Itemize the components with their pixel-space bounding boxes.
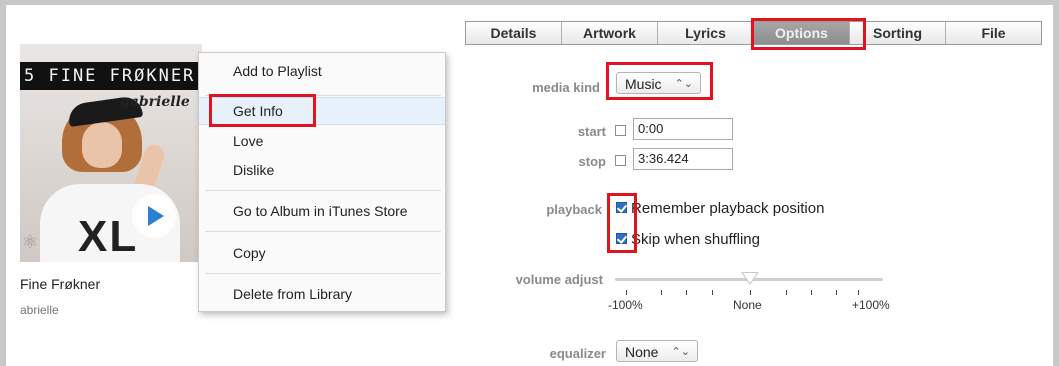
- menu-item-dislike[interactable]: Dislike: [199, 162, 445, 182]
- slider-tick: [626, 290, 627, 295]
- artwork-figure-face: [82, 122, 122, 168]
- album-artist-script: gabrielle: [120, 94, 190, 110]
- highlight-box-get-info: [209, 94, 316, 127]
- highlight-box-media-kind: [606, 62, 713, 100]
- window-frame-top: [0, 0, 1059, 5]
- tab-file[interactable]: File: [946, 22, 1041, 44]
- playback-label: playback: [546, 202, 602, 217]
- play-icon: [148, 206, 164, 226]
- remember-position-label: Remember playback position: [631, 200, 825, 217]
- media-kind-label: media kind: [532, 80, 600, 95]
- slider-tick: [836, 290, 837, 295]
- window-frame-left: [0, 0, 6, 366]
- start-label: start: [577, 124, 606, 139]
- slider-tick: [811, 290, 812, 295]
- slider-tick: [750, 290, 751, 295]
- song-title: Fine Frøkner: [20, 276, 101, 292]
- slider-tick: [786, 290, 787, 295]
- slider-tick: [858, 290, 859, 295]
- volume-tick-plus-100: +100%: [852, 298, 890, 312]
- volume-tick-none: None: [733, 298, 762, 312]
- menu-item-delete-from-library[interactable]: Delete from Library: [199, 286, 445, 306]
- album-banner-title: 5 FINE FRØKNER: [20, 62, 202, 90]
- volume-adjust-label: volume adjust: [515, 272, 603, 287]
- stop-checkbox[interactable]: [615, 155, 626, 166]
- context-menu: Add to Playlist Get Info Love Dislike Go…: [198, 52, 446, 312]
- menu-separator: [205, 190, 441, 191]
- volume-tick-minus-100: -100%: [608, 298, 643, 312]
- tab-lyrics[interactable]: Lyrics: [658, 22, 754, 44]
- slider-tick: [686, 290, 687, 295]
- menu-item-love[interactable]: Love: [199, 133, 445, 153]
- slider-tick: [712, 290, 713, 295]
- menu-separator: [205, 231, 441, 232]
- equalizer-select[interactable]: None ⌃⌄: [616, 340, 698, 362]
- menu-item-copy[interactable]: Copy: [199, 245, 445, 265]
- window-frame-right: [1053, 0, 1059, 366]
- stop-label: stop: [578, 154, 606, 169]
- highlight-box-playback: [607, 193, 637, 253]
- tab-artwork[interactable]: Artwork: [562, 22, 658, 44]
- album-artwork[interactable]: XL 5 FINE FRØKNER gabrielle ⚛: [20, 44, 202, 262]
- stepper-arrows-icon: ⌃⌄: [671, 346, 690, 358]
- start-checkbox[interactable]: [615, 125, 626, 136]
- equalizer-label: equalizer: [549, 346, 606, 361]
- tab-details[interactable]: Details: [466, 22, 562, 44]
- watermark-icon: ⚛: [22, 232, 39, 252]
- slider-tick: [661, 290, 662, 295]
- play-button[interactable]: [132, 194, 176, 238]
- skip-shuffling-label: Skip when shuffling: [631, 231, 760, 248]
- artwork-shirt-text: XL: [78, 212, 139, 261]
- volume-slider-thumb[interactable]: [741, 272, 759, 285]
- stop-time-field[interactable]: 3:36.424: [633, 148, 733, 170]
- start-time-field[interactable]: 0:00: [633, 118, 733, 140]
- menu-item-add-to-playlist[interactable]: Add to Playlist: [199, 63, 445, 83]
- song-artist: abrielle: [20, 303, 59, 317]
- menu-item-go-to-album[interactable]: Go to Album in iTunes Store: [199, 203, 445, 223]
- menu-separator: [205, 273, 441, 274]
- highlight-box-options-tab: [751, 18, 866, 50]
